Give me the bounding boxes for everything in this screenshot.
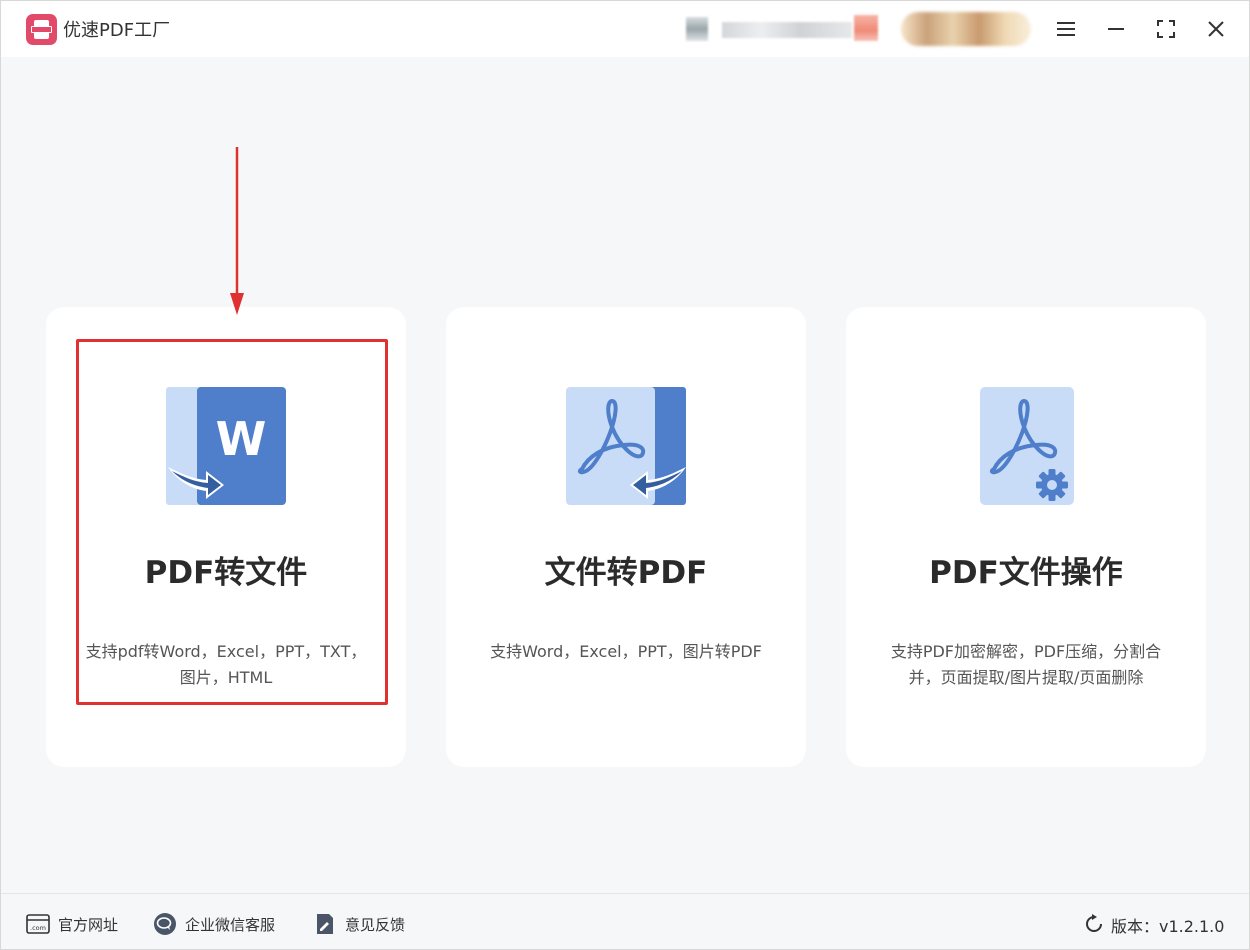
user-badge-blurred	[854, 15, 878, 41]
title-bar: 优速PDF工厂	[1, 1, 1249, 57]
footer-bar: .com 官方网址 企业微信客服 意见反馈 版本：v1.2.1.0	[1, 893, 1249, 949]
username-blurred	[722, 22, 852, 38]
close-icon	[1208, 21, 1224, 37]
file-to-pdf-icon	[566, 387, 686, 505]
avatar	[686, 17, 708, 41]
card-pdf-operations[interactable]: PDF文件操作 支持PDF加密解密，PDF压缩，分割合 并，页面提取/图片提取/…	[846, 307, 1206, 767]
app-window: 优速PDF工厂 W PDF转文件 支持pdf转Word，Excel，PPT，TX…	[0, 0, 1250, 950]
annotation-highlight-box	[76, 339, 388, 705]
card-title: PDF文件操作	[929, 555, 1123, 591]
hamburger-menu-icon	[1057, 22, 1075, 36]
card-description: 支持Word，Excel，PPT，图片转PDF	[490, 642, 762, 661]
menu-button[interactable]	[1050, 13, 1082, 45]
card-file-to-pdf[interactable]: 文件转PDF 支持Word，Excel，PPT，图片转PDF	[446, 307, 806, 767]
refresh-icon	[1086, 914, 1102, 932]
svg-text:.com: .com	[30, 924, 46, 932]
user-info-blurred[interactable]	[686, 15, 878, 43]
close-button[interactable]	[1200, 13, 1232, 45]
feedback-icon	[317, 914, 333, 934]
maximize-button[interactable]	[1150, 13, 1182, 45]
card-description: 支持PDF加密解密，PDF压缩，分割合 并，页面提取/图片提取/页面删除	[890, 642, 1162, 687]
minimize-button[interactable]	[1100, 13, 1132, 45]
card-title: 文件转PDF	[544, 555, 708, 591]
app-title: 优速PDF工厂	[63, 20, 171, 41]
annotation-arrow-icon	[230, 147, 244, 315]
website-icon: .com	[26, 914, 50, 934]
app-logo-icon	[26, 14, 57, 45]
vip-button-blurred[interactable]	[901, 12, 1031, 46]
pdf-settings-icon	[980, 387, 1074, 505]
maximize-icon	[1157, 20, 1175, 38]
minimize-icon	[1108, 28, 1124, 30]
wechat-chat-icon	[154, 913, 176, 935]
version-label: 版本：v1.2.1.0	[1111, 917, 1225, 936]
